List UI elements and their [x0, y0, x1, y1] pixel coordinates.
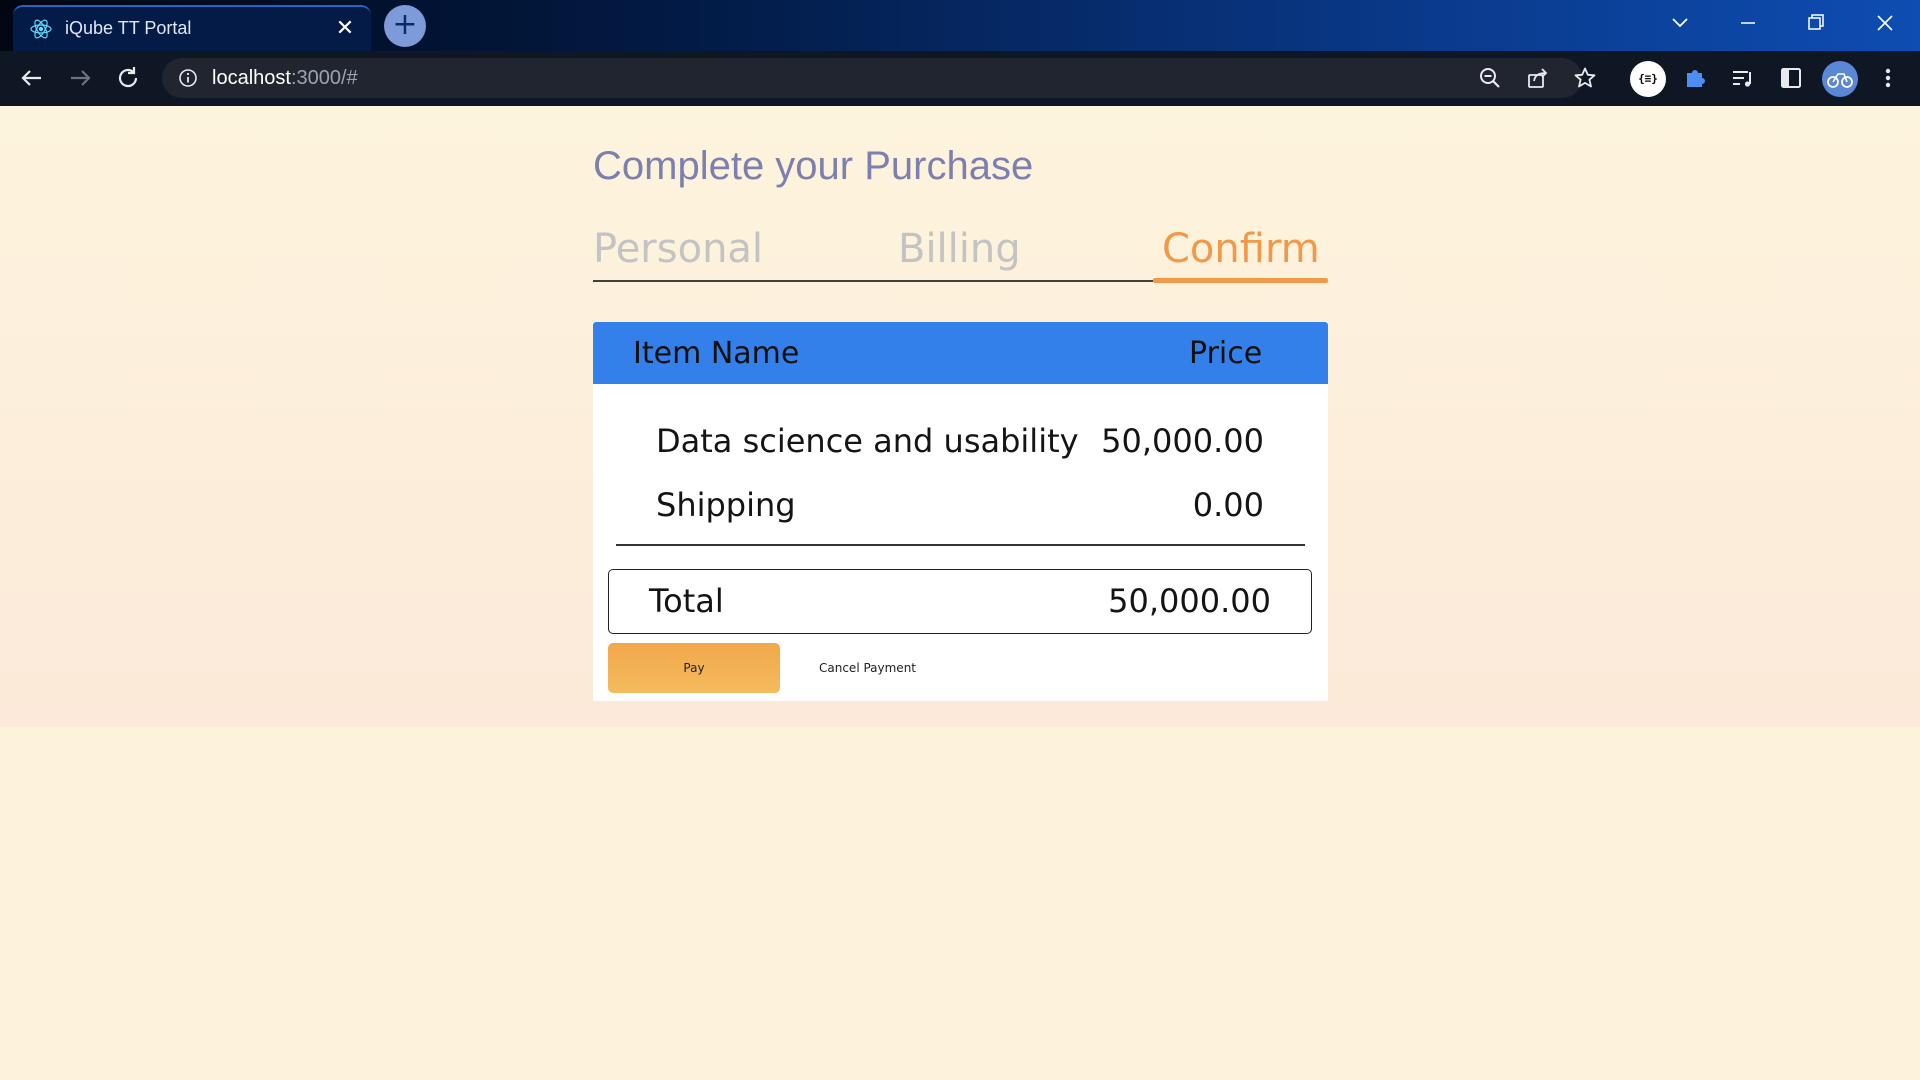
steps-divider: [593, 280, 1153, 282]
side-panel-icon[interactable]: [1776, 63, 1806, 93]
order-summary-card: Item Name Price Data science and usabili…: [593, 322, 1328, 701]
url-host: localhost: [212, 67, 291, 89]
row-item-price: 0.00: [1192, 486, 1264, 524]
extensions-puzzle-icon[interactable]: [1680, 63, 1710, 93]
site-info-icon[interactable]: [178, 68, 198, 88]
column-header-price: Price: [1189, 336, 1263, 371]
close-window-icon[interactable]: [1870, 8, 1900, 38]
browser-toolbar: localhost:3000/# {≡}: [0, 51, 1920, 106]
new-tab-button[interactable]: +: [384, 5, 426, 47]
browser-tab[interactable]: iQube TT Portal ✕: [13, 5, 371, 51]
tab-title: iQube TT Portal: [65, 18, 192, 38]
cancel-payment-button[interactable]: Cancel Payment: [819, 643, 939, 693]
page-title: Complete your Purchase: [593, 144, 1034, 188]
profile-bicycle-icon: [1827, 73, 1853, 88]
total-label: Total: [649, 582, 724, 620]
url-text[interactable]: localhost:3000/#: [212, 67, 358, 90]
table-header: Item Name Price: [593, 322, 1328, 384]
json-extension-icon[interactable]: {≡}: [1630, 61, 1666, 97]
total-value: 50,000.00: [1108, 582, 1271, 620]
total-box: Total 50,000.00: [608, 569, 1312, 634]
zoom-out-icon[interactable]: [1478, 66, 1502, 90]
share-icon[interactable]: [1526, 66, 1550, 90]
react-icon: [30, 19, 52, 39]
browser-tab-strip: iQube TT Portal ✕ +: [0, 0, 1920, 51]
address-bar[interactable]: localhost:3000/#: [162, 58, 1596, 98]
more-menu-icon[interactable]: [1873, 63, 1903, 93]
row-item-price: 50,000.00: [1101, 422, 1264, 460]
url-path: :3000/#: [290, 67, 358, 89]
step-confirm[interactable]: Confirm: [1162, 226, 1320, 272]
media-queue-icon[interactable]: [1728, 63, 1758, 93]
back-arrow-icon[interactable]: [16, 62, 48, 94]
column-header-item: Item Name: [633, 336, 800, 371]
reload-icon[interactable]: [112, 62, 144, 94]
bookmark-star-icon[interactable]: [1573, 66, 1597, 90]
profile-avatar[interactable]: [1822, 61, 1858, 97]
step-personal[interactable]: Personal: [593, 226, 763, 272]
page-viewport: Complete your Purchase Personal Billing …: [0, 106, 1920, 1080]
step-billing[interactable]: Billing: [898, 226, 1021, 272]
restore-icon[interactable]: [1801, 8, 1831, 38]
tab-search-chevron-icon[interactable]: [1665, 8, 1695, 38]
row-item-name: Shipping: [656, 486, 796, 524]
close-tab-icon[interactable]: ✕: [333, 17, 357, 41]
row-item-name: Data science and usability: [656, 422, 1079, 460]
subtotal-divider: [616, 544, 1305, 546]
pay-button[interactable]: Pay: [608, 643, 780, 693]
minimize-icon[interactable]: [1733, 8, 1763, 38]
forward-arrow-icon[interactable]: [64, 62, 96, 94]
active-step-indicator: [1153, 278, 1328, 283]
